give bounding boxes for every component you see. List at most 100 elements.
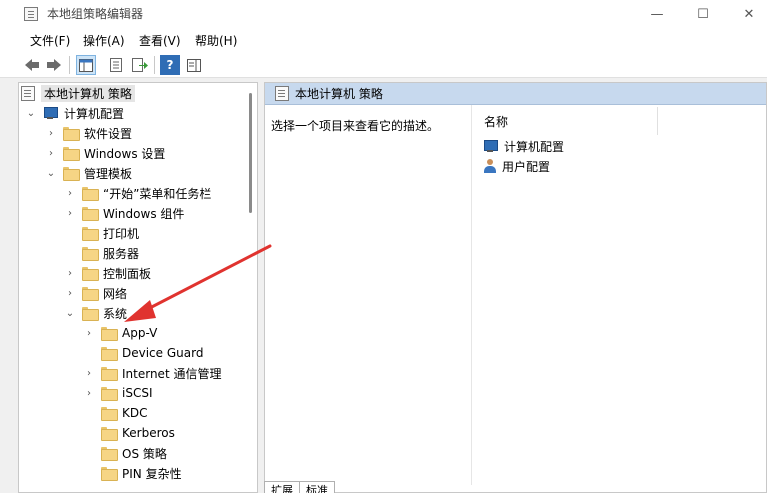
forward-button[interactable] (44, 55, 64, 75)
view-tabs: 扩展 标准 (264, 481, 335, 493)
folder-icon (82, 207, 99, 221)
back-button[interactable] (22, 55, 42, 75)
export-icon (132, 58, 148, 72)
chevron-down-icon[interactable]: ⌄ (45, 163, 57, 183)
list-item-computer-config[interactable]: 计算机配置 (483, 137, 564, 155)
policy-editor-icon (24, 7, 38, 21)
tree-item-device-guard[interactable]: Device Guard (83, 343, 203, 363)
window-title: 本地组策略编辑器 (47, 7, 144, 21)
chevron-right-icon[interactable]: › (64, 263, 76, 283)
chevron-right-icon[interactable]: › (45, 123, 57, 143)
folder-icon (101, 447, 118, 461)
chevron-right-icon[interactable]: › (83, 323, 95, 343)
console-tree[interactable]: 本地计算机 策略 ⌄ 计算机配置 › 软件设置 › Windows 设置 ⌄ 管… (18, 82, 258, 493)
chevron-right-icon[interactable]: › (83, 363, 95, 383)
minimize-button[interactable]: — (634, 0, 680, 28)
export-list-button[interactable] (130, 55, 150, 75)
properties-button[interactable] (106, 55, 126, 75)
chevron-down-icon[interactable]: ⌄ (64, 303, 76, 323)
menu-bar: 文件(F) 操作(A) 查看(V) 帮助(H) (0, 28, 767, 52)
tree-label: 服务器 (103, 246, 140, 261)
chevron-right-icon[interactable]: › (45, 143, 57, 163)
tree-item-control-panel[interactable]: › 控制面板 (64, 263, 151, 283)
policy-icon (275, 86, 289, 101)
tree-label: Internet 通信管理 (122, 366, 222, 381)
folder-icon (101, 367, 118, 381)
policy-icon (21, 85, 35, 101)
close-button[interactable]: ✕ (726, 0, 767, 28)
folder-icon (82, 247, 99, 261)
tree-item-iscsi[interactable]: › iSCSI (83, 383, 153, 403)
tree-label: 控制面板 (103, 266, 152, 281)
folder-icon (82, 287, 99, 301)
tree-label: PIN 复杂性 (122, 466, 182, 481)
menu-file[interactable]: 文件(F) (30, 32, 70, 49)
tree-item-start-menu[interactable]: › “开始”菜单和任务栏 (64, 183, 211, 203)
tree-item-root[interactable]: 本地计算机 策略 (21, 83, 135, 103)
folder-icon (63, 167, 80, 181)
tree-label: 管理模板 (84, 166, 133, 181)
toolbar-separator (154, 56, 155, 74)
list-item-user-config[interactable]: 用户配置 (483, 157, 550, 175)
tree-label: “开始”菜单和任务栏 (103, 186, 212, 201)
tree-item-pin-complexity[interactable]: PIN 复杂性 (83, 463, 182, 483)
tree-label: App-V (122, 326, 158, 340)
folder-icon (101, 327, 118, 341)
show-hide-tree-button[interactable] (76, 55, 96, 75)
column-header-name[interactable]: 名称 (484, 113, 508, 130)
tree-label: 本地计算机 策略 (41, 84, 135, 102)
forward-arrow-icon (47, 59, 61, 71)
tree-label: 软件设置 (84, 126, 133, 141)
menu-help[interactable]: 帮助(H) (195, 32, 237, 49)
chevron-right-icon[interactable]: › (83, 383, 95, 403)
chevron-right-icon[interactable]: › (64, 283, 76, 303)
folder-icon (63, 147, 80, 161)
tree-item-windows-components[interactable]: › Windows 组件 (64, 203, 184, 223)
tree-item-software-settings[interactable]: › 软件设置 (45, 123, 132, 143)
tree-item-admin-templates[interactable]: ⌄ 管理模板 (45, 163, 132, 183)
folder-icon (101, 407, 118, 421)
tree-scrollbar[interactable] (243, 83, 257, 492)
tree-label: Windows 设置 (84, 146, 166, 161)
chevron-down-icon[interactable]: ⌄ (25, 103, 37, 123)
tree-item-system[interactable]: ⌄ 系统 (64, 303, 127, 323)
tree-label: Kerberos (122, 426, 175, 440)
toolbar-separator (69, 56, 70, 74)
menu-action[interactable]: 操作(A) (83, 32, 125, 49)
tree-item-computer-config[interactable]: ⌄ 计算机配置 (25, 103, 124, 123)
tree-item-network[interactable]: › 网络 (64, 283, 127, 303)
chevron-right-icon[interactable]: › (64, 203, 76, 223)
properties-icon (110, 58, 122, 72)
tree-label: 系统 (103, 306, 128, 321)
chevron-right-icon[interactable]: › (64, 183, 76, 203)
menu-view[interactable]: 查看(V) (139, 32, 181, 49)
tree-label: KDC (122, 406, 148, 420)
folder-icon (82, 307, 99, 321)
tree-item-server[interactable]: 服务器 (64, 243, 139, 263)
tree-item-windows-settings[interactable]: › Windows 设置 (45, 143, 165, 163)
show-hide-action-pane-button[interactable] (184, 55, 204, 75)
back-arrow-icon (25, 59, 39, 71)
folder-icon (63, 127, 80, 141)
tree-item-printers[interactable]: 打印机 (64, 223, 139, 243)
console-tree-icon (79, 58, 93, 72)
tab-extended[interactable]: 扩展 (264, 481, 300, 493)
action-pane-icon (187, 58, 201, 72)
tree-item-kdc[interactable]: KDC (83, 403, 148, 423)
tree-item-internet-comm[interactable]: › Internet 通信管理 (83, 363, 221, 383)
column-resize-handle[interactable] (657, 107, 658, 135)
help-icon[interactable]: ? (160, 55, 180, 75)
computer-icon (483, 139, 498, 153)
scrollbar-thumb[interactable] (249, 93, 252, 213)
tree-item-kerberos[interactable]: Kerberos (83, 423, 175, 443)
tree-item-os-policy[interactable]: OS 策略 (83, 443, 167, 463)
folder-icon (101, 387, 118, 401)
tab-standard[interactable]: 标准 (299, 481, 335, 493)
tree-item-app-v[interactable]: › App-V (83, 323, 157, 343)
maximize-button[interactable]: ☐ (680, 0, 726, 28)
